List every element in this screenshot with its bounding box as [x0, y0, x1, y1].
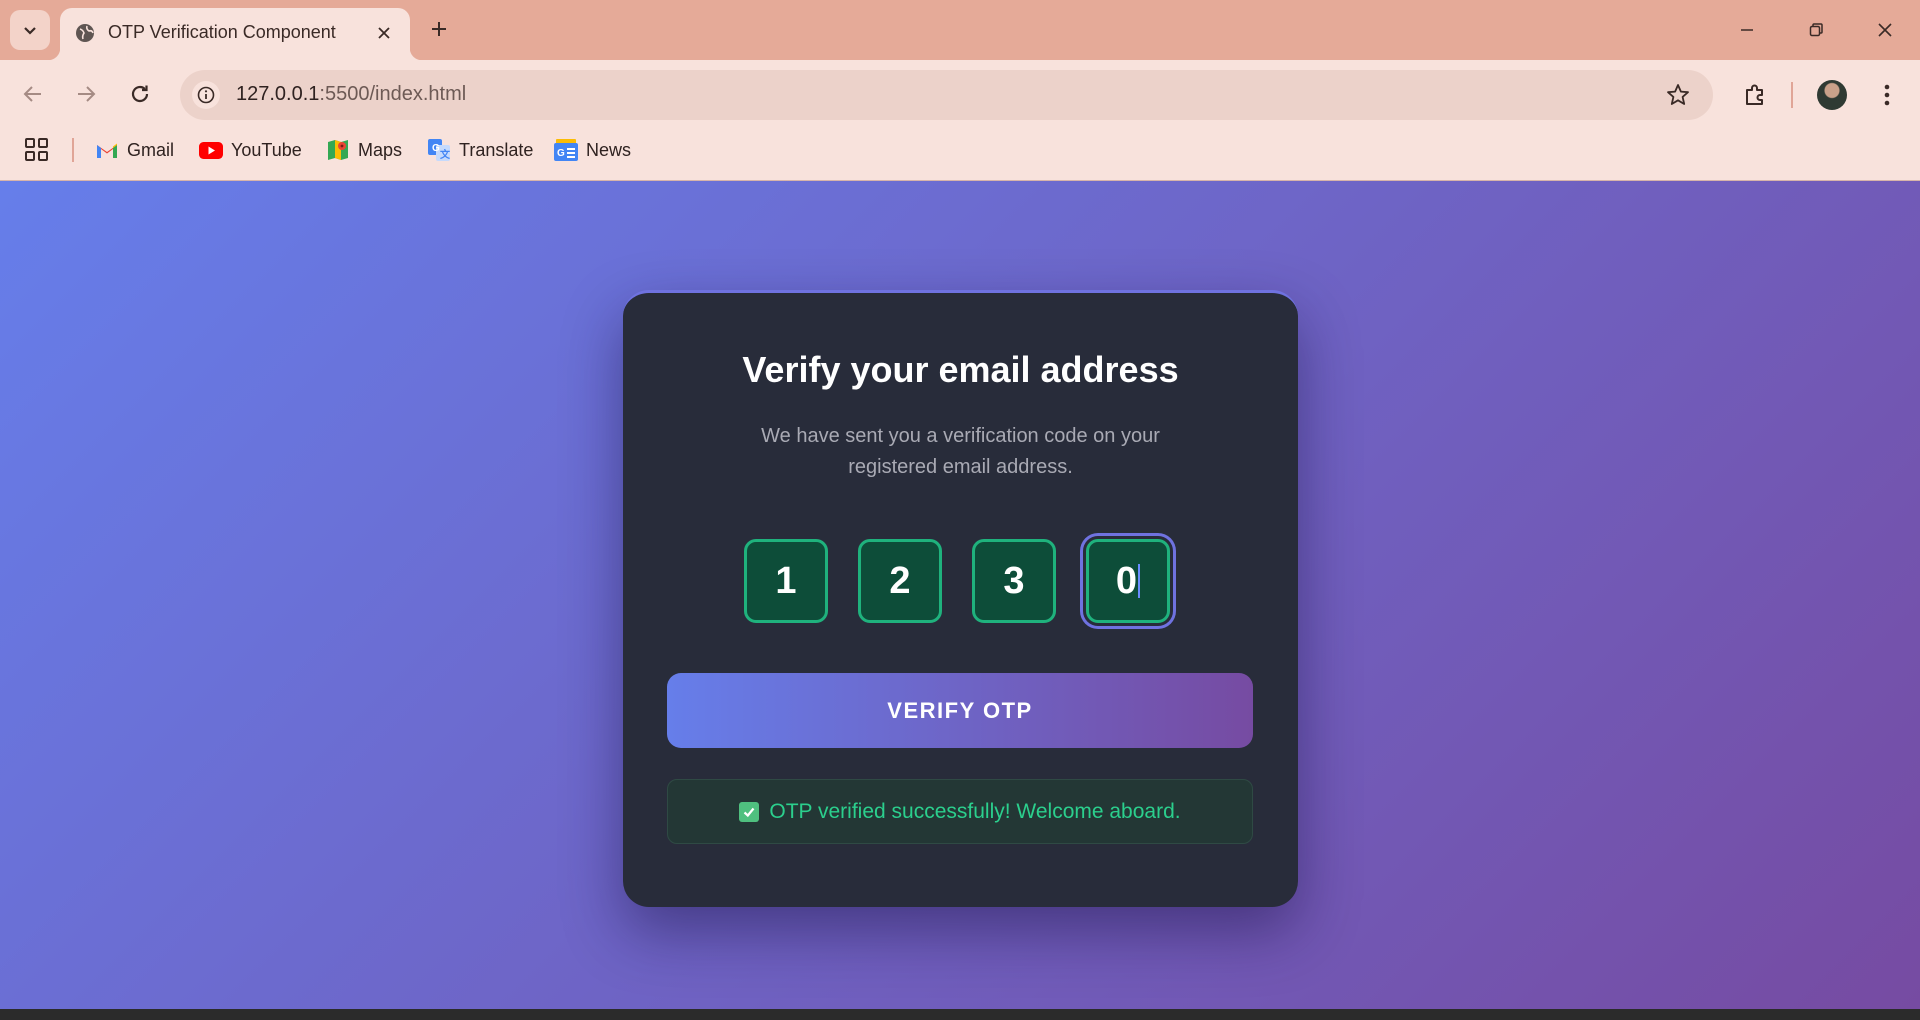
bookmark-maps[interactable]: Maps	[326, 134, 402, 166]
url-text: 127.0.0.1:5500/index.html	[236, 83, 466, 106]
success-message: OTP verified successfully! Welcome aboar…	[667, 779, 1253, 844]
browser-menu-button[interactable]	[1872, 80, 1902, 110]
otp-input-3[interactable]: 3	[972, 539, 1056, 623]
svg-text:G: G	[557, 148, 565, 159]
address-bar[interactable]: 127.0.0.1:5500/index.html	[180, 70, 1713, 120]
news-icon: G	[554, 138, 578, 162]
maps-icon	[326, 138, 350, 162]
svg-text:文: 文	[440, 148, 450, 161]
site-info-button[interactable]	[192, 81, 220, 109]
bookmark-gmail[interactable]: Gmail	[95, 134, 174, 166]
restore-button[interactable]	[1793, 12, 1839, 48]
check-icon	[739, 801, 760, 822]
tab-title: OTP Verification Component	[108, 22, 336, 42]
bookmark-news[interactable]: G News	[554, 134, 631, 166]
minimize-button[interactable]	[1724, 12, 1770, 48]
verify-otp-button[interactable]: VERIFY OTP	[667, 673, 1253, 748]
otp-digit: 3	[1003, 559, 1025, 602]
more-vertical-icon	[1884, 84, 1890, 106]
bookmark-star-icon[interactable]	[1665, 82, 1691, 108]
bookmarks-divider	[72, 138, 74, 162]
text-caret	[1138, 564, 1141, 598]
profile-avatar[interactable]	[1817, 80, 1847, 110]
arrow-right-icon	[78, 86, 96, 102]
close-window-button[interactable]	[1862, 12, 1908, 48]
active-tab[interactable]: OTP Verification Component	[48, 8, 422, 60]
translate-icon: G文	[427, 138, 451, 162]
bookmark-label: Maps	[358, 139, 403, 160]
card-title: Verify your email address	[742, 349, 1179, 390]
page-viewport: Verify your email address We have sent y…	[0, 180, 1920, 1010]
bookmark-label: YouTube	[231, 139, 302, 160]
url-host: 127.0.0.1	[236, 83, 320, 105]
plus-icon	[432, 22, 446, 36]
chevron-down-icon	[24, 27, 36, 35]
restore-icon	[1809, 23, 1823, 37]
new-tab-button[interactable]	[424, 14, 454, 44]
toolbar-divider	[1791, 82, 1793, 108]
card-subtitle: We have sent you a verification code on …	[761, 425, 1160, 478]
success-text: OTP verified successfully! Welcome aboar…	[769, 799, 1181, 823]
youtube-icon	[199, 138, 223, 162]
url-path: :5500/index.html	[319, 83, 467, 105]
back-button[interactable]	[15, 76, 51, 112]
otp-input-group: 1 2 3 0	[623, 539, 1298, 635]
bookmark-label: News	[586, 139, 632, 160]
info-icon	[197, 86, 215, 104]
otp-card: Verify your email address We have sent y…	[623, 290, 1298, 907]
bookmark-label: Translate	[459, 139, 534, 160]
svg-text:G: G	[432, 143, 440, 154]
otp-digit: 1	[775, 559, 797, 602]
bookmark-translate[interactable]: G文 Translate	[427, 134, 533, 166]
close-icon	[1878, 23, 1892, 37]
bookmark-label: Gmail	[127, 139, 175, 160]
otp-input-4[interactable]: 0	[1086, 539, 1170, 623]
minimize-icon	[1741, 29, 1753, 31]
reload-icon	[131, 85, 149, 103]
arrow-left-icon	[23, 86, 41, 102]
tab-strip: OTP Verification Component	[0, 0, 1920, 60]
otp-digit: 0	[1115, 559, 1138, 602]
forward-button[interactable]	[68, 76, 104, 112]
otp-digit: 2	[889, 559, 911, 602]
extensions-button[interactable]	[1738, 78, 1772, 112]
otp-input-1[interactable]: 1	[744, 539, 828, 623]
tab-search-button[interactable]	[10, 10, 50, 50]
close-tab-icon[interactable]	[372, 21, 396, 45]
otp-input-2[interactable]: 2	[858, 539, 942, 623]
globe-icon	[76, 24, 94, 42]
puzzle-icon	[1746, 84, 1763, 105]
gmail-icon	[95, 138, 119, 162]
bookmark-youtube[interactable]: YouTube	[199, 134, 302, 166]
apps-grid-icon[interactable]	[24, 137, 50, 163]
taskbar-edge	[0, 1009, 1920, 1020]
reload-button[interactable]	[122, 76, 158, 112]
